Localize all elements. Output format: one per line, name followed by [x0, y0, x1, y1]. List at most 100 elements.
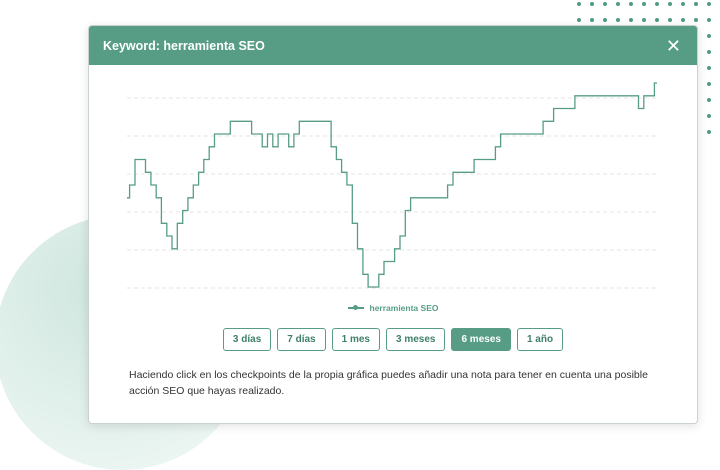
chart-checkpoint[interactable]: [130, 183, 135, 188]
chart-checkpoint[interactable]: [474, 157, 479, 162]
chart-checkpoint[interactable]: [294, 132, 299, 137]
chart-checkpoint[interactable]: [146, 170, 151, 175]
chart-checkpoint[interactable]: [178, 221, 183, 226]
chart-checkpoint[interactable]: [257, 132, 262, 137]
series-line-herramienta-seo[interactable]: [127, 82, 657, 288]
chart-checkpoint[interactable]: [347, 183, 352, 188]
chart-checkpoint[interactable]: [220, 132, 225, 137]
chart-checkpoint[interactable]: [655, 81, 660, 86]
chart-checkpoint[interactable]: [156, 195, 161, 200]
chart-checkpoint[interactable]: [326, 119, 331, 124]
range-button-3-dias[interactable]: 3 días: [222, 328, 272, 351]
chart-checkpoint[interactable]: [549, 119, 554, 124]
chart-checkpoint[interactable]: [268, 132, 273, 137]
chart-checkpoint[interactable]: [427, 195, 432, 200]
chart-checkpoint[interactable]: [337, 157, 342, 162]
chart-checkpoint[interactable]: [278, 132, 283, 137]
chart-checkpoint[interactable]: [162, 221, 167, 226]
chart-checkpoint[interactable]: [458, 170, 463, 175]
chart-checkpoint[interactable]: [384, 259, 389, 264]
chart-checkpoint[interactable]: [607, 93, 612, 98]
chart-checkpoint[interactable]: [522, 132, 527, 137]
chart-checkpoint[interactable]: [586, 93, 591, 98]
chart-checkpoint[interactable]: [125, 195, 130, 200]
chart-checkpoint[interactable]: [570, 106, 575, 111]
chart-checkpoint[interactable]: [416, 195, 421, 200]
chart-checkpoint[interactable]: [135, 157, 140, 162]
chart-checkpoint[interactable]: [400, 234, 405, 239]
close-icon[interactable]: ✕: [666, 37, 681, 55]
chart-checkpoint[interactable]: [199, 170, 204, 175]
chart-checkpoint[interactable]: [262, 144, 267, 149]
chart-checkpoint[interactable]: [543, 119, 548, 124]
chart-checkpoint[interactable]: [633, 93, 638, 98]
chart-checkpoint[interactable]: [289, 144, 294, 149]
chart-checkpoint[interactable]: [480, 157, 485, 162]
chart-checkpoint[interactable]: [405, 208, 410, 213]
chart-checkpoint[interactable]: [628, 93, 633, 98]
chart-checkpoint[interactable]: [204, 157, 209, 162]
chart-checkpoint[interactable]: [342, 170, 347, 175]
chart-checkpoint[interactable]: [151, 183, 156, 188]
chart-checkpoint[interactable]: [390, 259, 395, 264]
chart-checkpoint[interactable]: [527, 132, 532, 137]
chart-checkpoint[interactable]: [188, 195, 193, 200]
chart-checkpoint[interactable]: [485, 157, 490, 162]
chart-checkpoint[interactable]: [644, 93, 649, 98]
chart-checkpoint[interactable]: [368, 285, 373, 290]
chart-checkpoint[interactable]: [432, 195, 437, 200]
range-button-1-ano[interactable]: 1 año: [516, 328, 564, 351]
chart-checkpoint[interactable]: [575, 93, 580, 98]
chart-checkpoint[interactable]: [443, 195, 448, 200]
chart-checkpoint[interactable]: [321, 119, 326, 124]
chart-checkpoint[interactable]: [236, 119, 241, 124]
chart-checkpoint[interactable]: [395, 246, 400, 251]
chart-checkpoint[interactable]: [246, 119, 251, 124]
chart-checkpoint[interactable]: [496, 144, 501, 149]
chart-checkpoint[interactable]: [374, 285, 379, 290]
range-button-6-meses[interactable]: 6 meses: [451, 328, 511, 351]
chart-checkpoint[interactable]: [511, 132, 516, 137]
chart-legend[interactable]: herramienta SEO: [89, 303, 697, 313]
chart-checkpoint[interactable]: [241, 119, 246, 124]
chart-checkpoint[interactable]: [538, 132, 543, 137]
chart-checkpoint[interactable]: [501, 132, 506, 137]
chart-checkpoint[interactable]: [379, 272, 384, 277]
chart-checkpoint[interactable]: [209, 144, 214, 149]
chart-checkpoint[interactable]: [167, 234, 172, 239]
chart-checkpoint[interactable]: [453, 170, 458, 175]
range-button-3-meses[interactable]: 3 meses: [385, 328, 446, 351]
chart-checkpoint[interactable]: [554, 106, 559, 111]
chart-checkpoint[interactable]: [649, 93, 654, 98]
chart-checkpoint[interactable]: [564, 106, 569, 111]
chart-checkpoint[interactable]: [352, 221, 357, 226]
chart-checkpoint[interactable]: [172, 246, 177, 251]
chart-checkpoint[interactable]: [331, 144, 336, 149]
chart-checkpoint[interactable]: [140, 157, 145, 162]
chart-checkpoint[interactable]: [299, 119, 304, 124]
chart-checkpoint[interactable]: [559, 106, 564, 111]
chart-checkpoint[interactable]: [580, 93, 585, 98]
chart-checkpoint[interactable]: [639, 106, 644, 111]
chart-checkpoint[interactable]: [612, 93, 617, 98]
chart-checkpoint[interactable]: [517, 132, 522, 137]
range-button-1-mes[interactable]: 1 mes: [331, 328, 380, 351]
chart-checkpoint[interactable]: [273, 144, 278, 149]
chart-checkpoint[interactable]: [363, 272, 368, 277]
chart-checkpoint[interactable]: [305, 119, 310, 124]
chart-checkpoint[interactable]: [315, 119, 320, 124]
chart-checkpoint[interactable]: [490, 157, 495, 162]
chart-checkpoint[interactable]: [469, 170, 474, 175]
chart-checkpoint[interactable]: [533, 132, 538, 137]
chart-checkpoint[interactable]: [464, 170, 469, 175]
chart-checkpoint[interactable]: [225, 132, 230, 137]
chart-checkpoint[interactable]: [602, 93, 607, 98]
chart-checkpoint[interactable]: [591, 93, 596, 98]
chart-checkpoint[interactable]: [252, 132, 257, 137]
chart-checkpoint[interactable]: [215, 132, 220, 137]
chart-checkpoint[interactable]: [617, 93, 622, 98]
chart-checkpoint[interactable]: [596, 93, 601, 98]
chart-checkpoint[interactable]: [421, 195, 426, 200]
chart-checkpoint[interactable]: [193, 183, 198, 188]
chart-checkpoint[interactable]: [183, 208, 188, 213]
